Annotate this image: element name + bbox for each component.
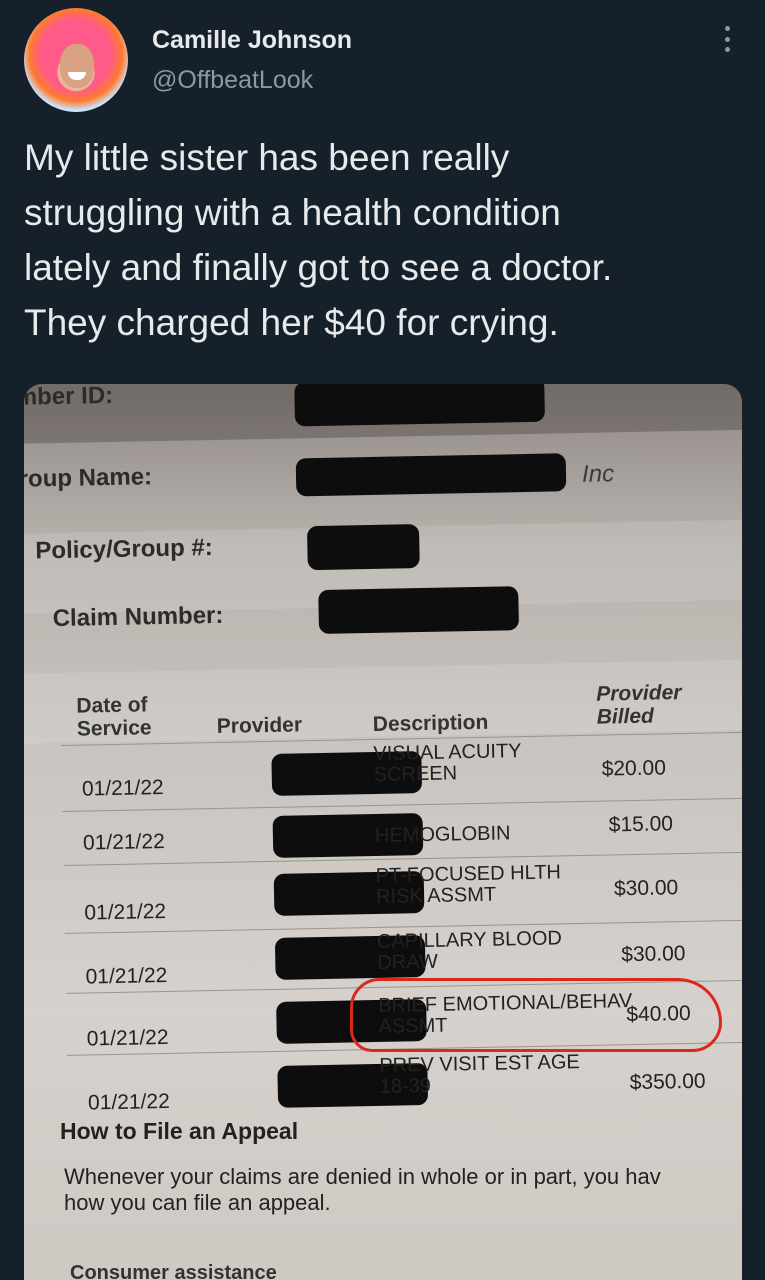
group-name-label: Group Name: [24,463,153,494]
avatar[interactable] [24,8,128,112]
group-name-suffix: Inc [581,460,615,488]
row-amount: $15.00 [608,812,674,837]
row-description: CAPILLARY BLOOD DRAW [376,927,563,974]
display-name[interactable]: Camille Johnson [152,26,352,55]
row-description: VISUAL ACUITY SCREEN [373,740,522,786]
row-description: HEMOGLOBIN [374,822,511,847]
consumer-assistance-text: Consumer assistance [70,1262,277,1280]
more-options-icon[interactable] [712,24,742,54]
insurance-document: ember ID: Group Name: Inc Policy/Group #… [24,384,742,1280]
tweet-text: My little sister has been really struggl… [24,137,613,343]
col-date-of-service: Date of Service [76,693,152,741]
red-highlight-circle [350,978,722,1052]
tweet-header: Camille Johnson @OffbeatLook [0,0,765,120]
col-description: Description [372,710,489,736]
redaction [295,453,567,497]
member-id-label: ember ID: [24,384,114,412]
tweet-photo[interactable]: ember ID: Group Name: Inc Policy/Group #… [24,384,742,1280]
redaction [318,586,520,634]
row-amount: $350.00 [629,1069,706,1095]
redaction [306,524,420,571]
row-date: 01/21/22 [84,899,167,925]
row-date: 01/21/22 [86,1025,169,1051]
row-description: PT-FOCUSED HLTH RISK ASSMT [375,861,562,908]
appeal-text: Whenever your claims are denied in whole… [64,1164,661,1215]
row-date: 01/21/22 [82,830,165,855]
row-date: 01/21/22 [87,1089,170,1115]
claim-number-label: Claim Number: [52,601,224,633]
row-date: 01/21/22 [81,776,164,801]
appeal-heading: How to File an Appeal [60,1118,299,1144]
avatar-face [60,44,94,88]
col-provider-billed: Provider Billed [596,681,682,729]
row-amount: $30.00 [621,942,686,967]
policy-group-label: Policy/Group #: [35,534,214,565]
user-handle[interactable]: @OffbeatLook [152,66,313,95]
row-description: PREV VISIT EST AGE 18-39 [379,1051,580,1098]
row-date: 01/21/22 [85,963,168,989]
redaction [294,384,546,427]
col-provider: Provider [216,713,303,738]
row-amount: $30.00 [613,876,679,901]
row-amount: $20.00 [601,756,667,781]
